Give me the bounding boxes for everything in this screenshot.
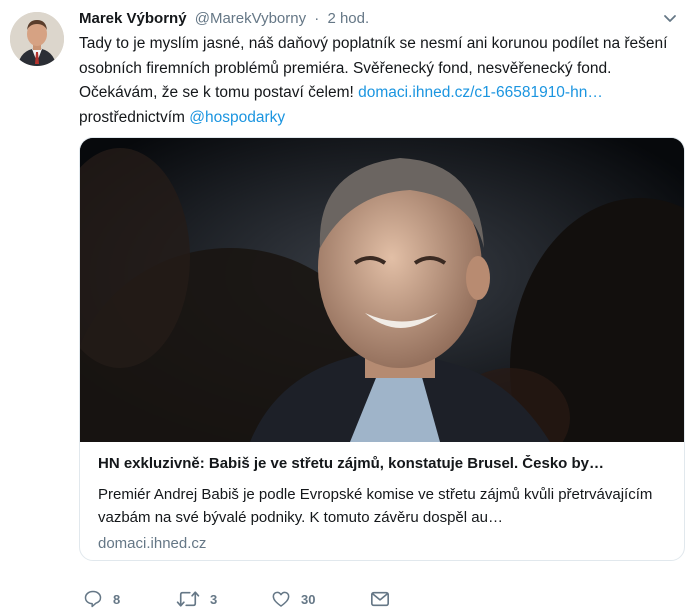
- retweet-count: 3: [210, 591, 218, 607]
- like-count: 30: [301, 591, 316, 607]
- tweet-time[interactable]: 2 hod.: [327, 10, 369, 27]
- tweet-text: Tady to je myslím jasné, náš daňový popl…: [79, 32, 684, 130]
- reply-button[interactable]: 8: [83, 585, 120, 613]
- like-icon: [272, 591, 290, 607]
- retweet-icon: [176, 591, 200, 607]
- retweet-button[interactable]: 3: [176, 585, 217, 613]
- separator-dot: ·: [314, 10, 320, 27]
- card-description: Premiér Andrej Babiš je podle Evropské k…: [98, 486, 653, 526]
- via-label: prostřednictvím: [79, 108, 185, 126]
- reply-icon: [84, 590, 102, 608]
- like-button[interactable]: 30: [271, 585, 315, 613]
- tweet-link[interactable]: domaci.ihned.cz/c1-66581910-hn…: [358, 84, 603, 101]
- message-button[interactable]: [369, 585, 391, 613]
- avatar[interactable]: [10, 12, 64, 66]
- author-name[interactable]: Marek Výborný: [79, 10, 187, 27]
- message-icon: [371, 591, 389, 607]
- reply-count: 8: [113, 591, 121, 607]
- avatar-image: [10, 12, 64, 66]
- author-handle[interactable]: @MarekVyborny: [195, 10, 306, 27]
- link-card[interactable]: HN exkluzivně: Babiš je ve střetu zájmů,…: [79, 137, 685, 561]
- card-image[interactable]: [80, 138, 684, 548]
- mention-link[interactable]: @hospodarky: [189, 109, 285, 126]
- card-domain: domaci.ihned.cz: [98, 535, 207, 552]
- card-title[interactable]: HN exkluzivně: Babiš je ve střetu zájmů,…: [98, 455, 670, 472]
- chevron-down-icon[interactable]: [662, 12, 678, 24]
- tweet-header: Marek Výborný @MarekVyborny · 2 hod.: [79, 9, 369, 29]
